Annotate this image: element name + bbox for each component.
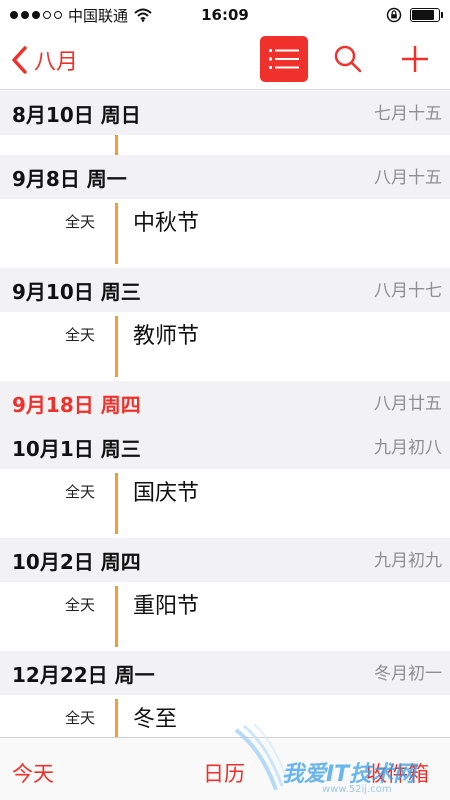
event-title: 冬至 <box>133 707 178 732</box>
carrier-name: 中国联通 <box>68 6 129 25</box>
lunar-date: 八月十七 <box>374 281 442 301</box>
chevron-left-icon <box>12 45 27 74</box>
lunar-date: 九月初八 <box>374 438 442 458</box>
tab-inbox[interactable]: 收件箱 <box>366 758 429 788</box>
search-icon[interactable] <box>333 44 363 74</box>
event-title: 教师节 <box>133 324 200 349</box>
event-list[interactable]: 8月10日 周日 七月十五 9月8日 周一 八月十五 全天 中秋节 9月10日 … <box>0 91 450 737</box>
event-title: 国庆节 <box>133 481 200 506</box>
event-row[interactable]: 全天 冬至 <box>0 695 450 737</box>
day-date: 9月10日 周三 <box>12 279 141 304</box>
lunar-date: 九月初九 <box>374 551 442 571</box>
event-time: 全天 <box>64 709 95 727</box>
signal-dot <box>32 11 40 19</box>
signal-dot <box>43 11 51 19</box>
battery-level <box>412 10 435 20</box>
tab-bar: 今天 日历 收件箱 <box>0 737 450 800</box>
lunar-date: 八月十五 <box>374 168 442 188</box>
event-row[interactable]: 全天 教师节 <box>0 312 450 381</box>
event-time: 全天 <box>64 326 95 344</box>
event-time: 全天 <box>64 213 95 231</box>
day-date: 10月2日 周四 <box>12 549 141 574</box>
day-date: 8月10日 周日 <box>12 102 141 127</box>
battery-icon <box>410 8 443 22</box>
day-header: 8月10日 周日 七月十五 <box>0 91 450 135</box>
back-button-label: 八月 <box>34 49 79 75</box>
day-header: 9月8日 周一 八月十五 <box>0 155 450 199</box>
day-header-today: 9月18日 周四 八月廿五 <box>0 381 450 425</box>
list-view-button[interactable] <box>260 36 308 82</box>
event-row[interactable]: 全天 重阳节 <box>0 582 450 651</box>
rotation-lock-icon <box>386 7 402 23</box>
day-header: 10月1日 周三 九月初八 <box>0 425 450 469</box>
event-title: 重阳节 <box>133 594 200 619</box>
day-date: 9月18日 周四 <box>12 392 141 417</box>
day-date: 10月1日 周三 <box>12 436 141 461</box>
event-color-bar <box>115 699 118 737</box>
day-date: 12月22日 周一 <box>12 662 155 687</box>
event-row[interactable]: 全天 国庆节 <box>0 469 450 538</box>
tab-calendars[interactable]: 日历 <box>203 758 245 788</box>
event-color-bar <box>115 316 118 377</box>
event-row[interactable] <box>0 135 450 155</box>
event-color-bar <box>115 203 118 264</box>
lunar-date: 八月廿五 <box>374 394 442 414</box>
status-bar: 中国联通 16:09 <box>0 0 450 30</box>
day-date: 9月8日 周一 <box>12 166 127 191</box>
event-color-bar <box>115 135 118 155</box>
nav-bar: 八月 <box>0 30 450 90</box>
tab-today[interactable]: 今天 <box>12 758 54 788</box>
wifi-icon <box>134 8 152 22</box>
event-color-bar <box>115 586 118 647</box>
signal-dot <box>21 11 29 19</box>
signal-dot <box>54 11 62 19</box>
event-time: 全天 <box>64 596 95 614</box>
back-button[interactable]: 八月 <box>0 30 78 89</box>
list-icon <box>269 49 299 69</box>
signal-strength-icon <box>10 11 62 19</box>
event-color-bar <box>115 473 118 534</box>
event-row[interactable]: 全天 中秋节 <box>0 199 450 268</box>
lunar-date: 冬月初一 <box>374 664 442 684</box>
day-header: 9月10日 周三 八月十七 <box>0 268 450 312</box>
event-time: 全天 <box>64 483 95 501</box>
lunar-date: 七月十五 <box>374 104 442 124</box>
signal-dot <box>10 11 18 19</box>
day-header: 10月2日 周四 九月初九 <box>0 538 450 582</box>
plus-icon[interactable] <box>400 44 430 74</box>
day-header: 12月22日 周一 冬月初一 <box>0 651 450 695</box>
event-title: 中秋节 <box>133 211 200 236</box>
